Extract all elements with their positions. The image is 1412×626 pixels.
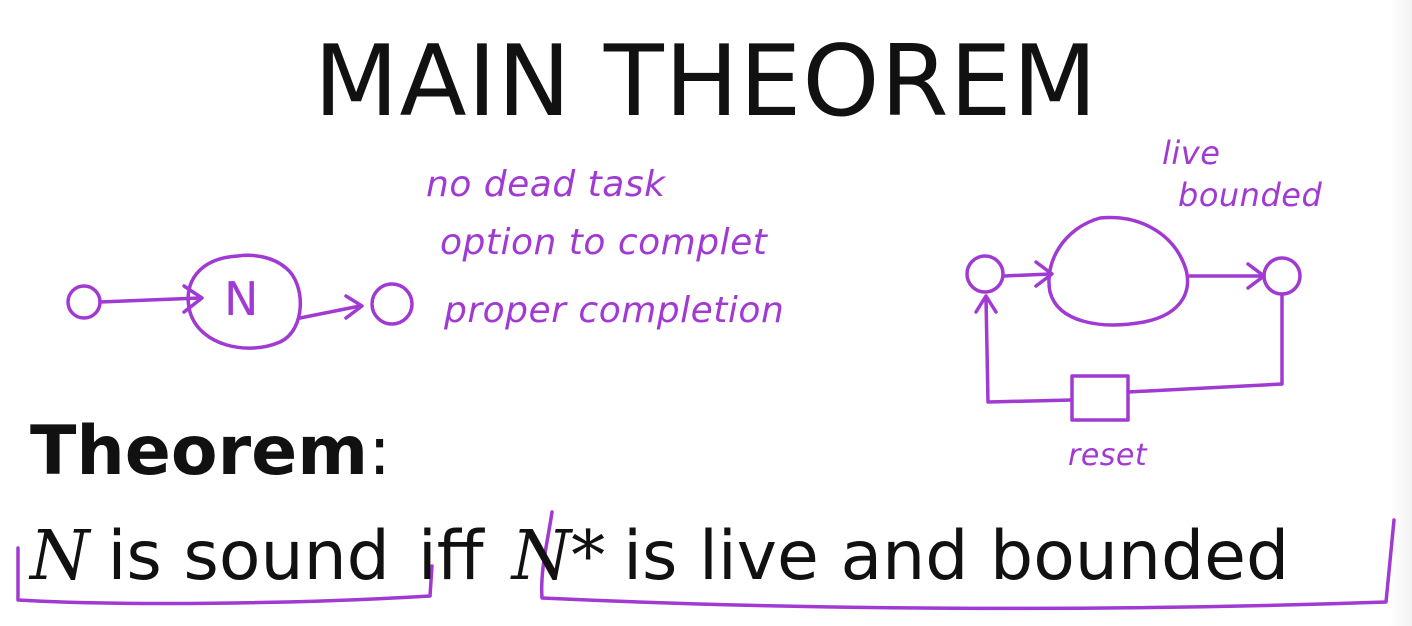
- reset-transition-box: [1070, 374, 1130, 422]
- net-symbol: N: [30, 517, 90, 596]
- note-reset: reset: [1068, 438, 1148, 473]
- iff-text: iff: [417, 517, 484, 596]
- star-arc-in: [1002, 272, 1052, 278]
- is-sound-text: is sound: [107, 517, 390, 596]
- note-bounded: bounded: [1178, 176, 1323, 214]
- note-live: live: [1162, 134, 1221, 172]
- theorem-statement: Nis sound iff N* is live and bounded: [30, 512, 1289, 602]
- star-net-symbol: N*: [511, 517, 606, 596]
- star-input-place-circle: [965, 254, 1005, 294]
- arc-to-net: [98, 296, 202, 304]
- note-proper-completion: proper completion: [444, 290, 785, 331]
- is-live-and-bounded-text: is live and bounded: [623, 517, 1290, 596]
- star-output-place-circle: [1262, 256, 1302, 296]
- net-label: N: [224, 272, 259, 326]
- theorem-heading: Theorem:: [30, 402, 391, 502]
- reset-arc-out: [1126, 292, 1284, 394]
- star-net-blob: [1047, 215, 1190, 327]
- reset-arc-in: [984, 296, 1074, 404]
- theorem-colon: :: [368, 412, 392, 491]
- slide: MAIN THEOREM N no dead task option to co…: [0, 0, 1412, 626]
- output-place-circle: [370, 282, 414, 326]
- input-place-circle: [66, 284, 102, 320]
- theorem-label: Theorem: [30, 412, 369, 491]
- note-no-dead-tasks: no dead task: [426, 164, 666, 205]
- note-option-to-complete: option to complet: [440, 222, 768, 263]
